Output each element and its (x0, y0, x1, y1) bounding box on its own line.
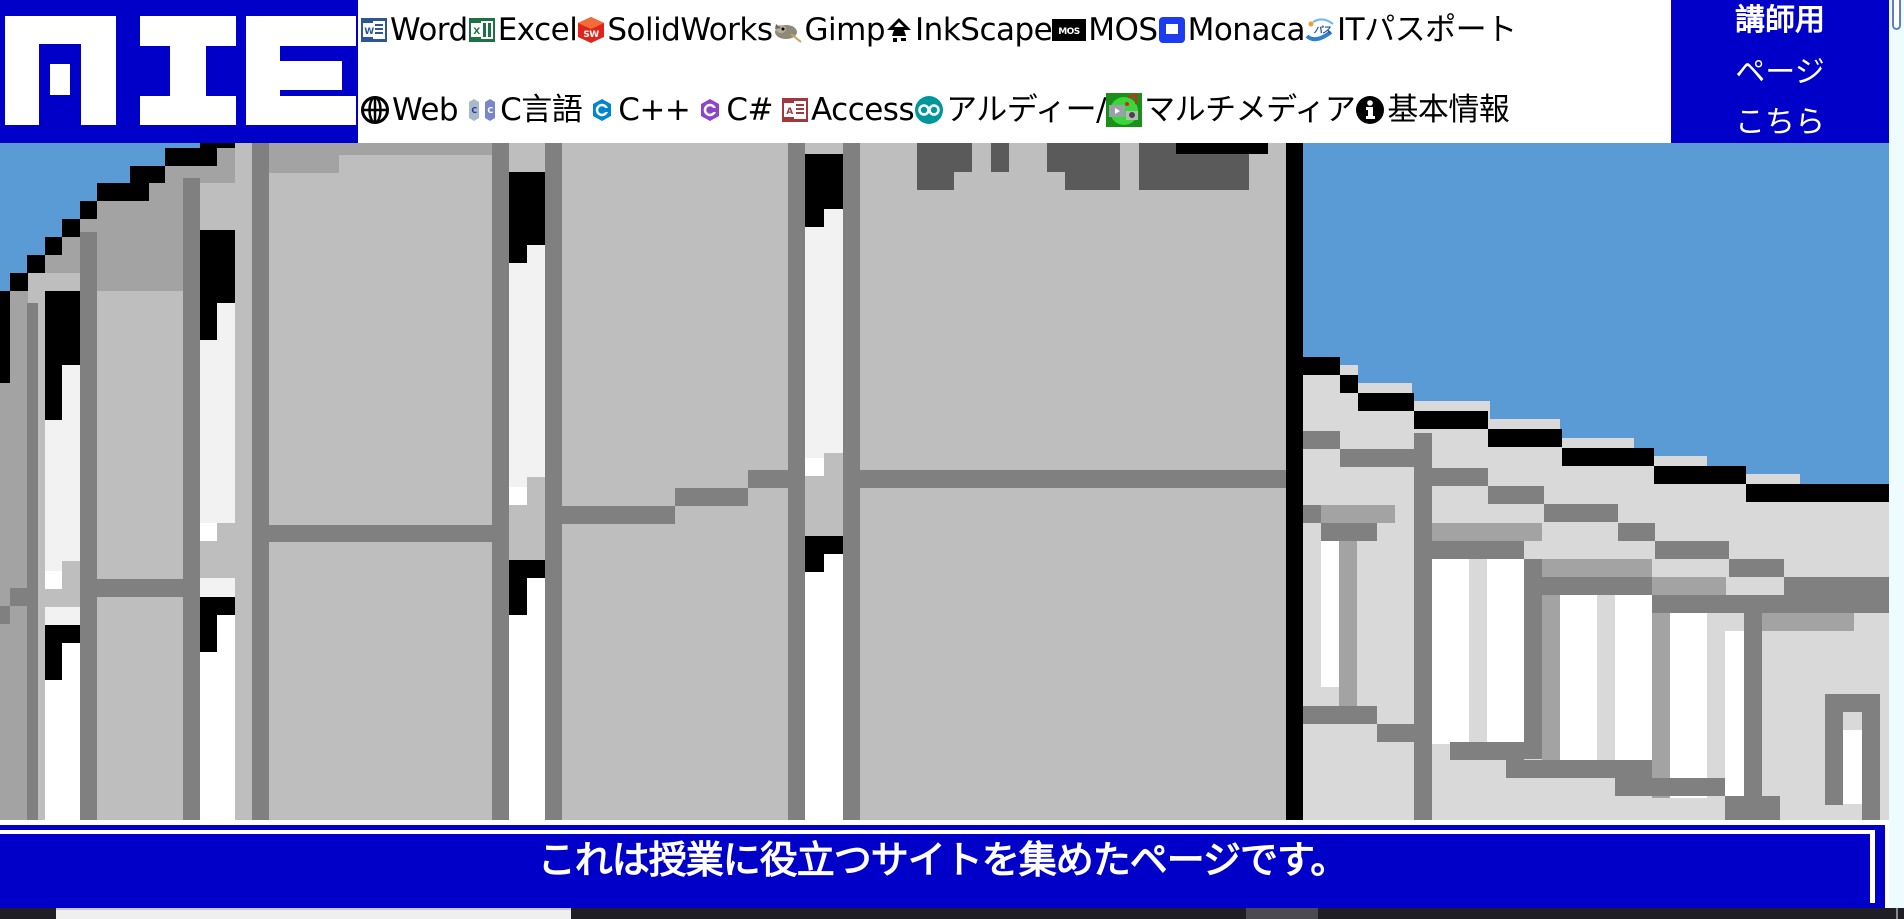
nav-label: C++ (618, 92, 691, 128)
intro-banner: これは授業に役立つサイトを集めたページです。 (0, 820, 1889, 908)
hero-image-building (0, 143, 1889, 820)
svg-text:C: C (471, 106, 477, 115)
teacher-link-line-3: こちら (1735, 105, 1825, 140)
main-nav: W Word X Excel SW SolidWorks Gimp InkSca… (358, 0, 1671, 143)
c-language-icon: CC (468, 96, 498, 124)
globe-icon (360, 95, 390, 125)
nav-label: SolidWorks (607, 12, 773, 48)
svg-text:X: X (473, 27, 480, 37)
info-icon (1355, 95, 1385, 125)
nav-link-gimp[interactable]: Gimp (773, 10, 886, 50)
nav-link-csharp[interactable]: C# (700, 90, 773, 130)
nav-link-it-passport[interactable]: パス ITパスポート (1305, 10, 1517, 50)
nav-link-fundamental-info[interactable]: 基本情報 (1355, 90, 1510, 130)
teacher-page-link[interactable]: 講師用 ページ こちら (1671, 0, 1889, 143)
nav-label: Access (810, 92, 915, 128)
nav-label: ITパスポート (1336, 12, 1517, 48)
nav-link-arduino[interactable]: アルディー/ (914, 90, 1107, 130)
nav-link-c-language[interactable]: CC C言語 (468, 90, 583, 130)
excel-icon: X (468, 16, 496, 44)
nav-link-solidworks[interactable]: SW SolidWorks (577, 10, 773, 50)
it-passport-icon: パス (1305, 16, 1335, 44)
solidworks-icon: SW (577, 16, 605, 44)
nav-row-2: Web CC C言語 C++ C# A Access アルディー/ マルチメディ… (360, 90, 1510, 130)
site-header: MIE W Word X Excel SW SolidWorks (0, 0, 1889, 143)
nav-link-multimedia[interactable]: マルチメディア (1106, 90, 1356, 130)
nav-label: Web (392, 92, 459, 128)
taskbar-show-desktop[interactable] (1896, 908, 1898, 919)
svg-text:C: C (487, 106, 493, 115)
taskbar-search-box[interactable] (56, 908, 571, 919)
multimedia-icon (1106, 93, 1143, 127)
nav-link-monaca[interactable]: Monaca (1158, 10, 1305, 50)
nav-label: C言語 (500, 92, 583, 128)
nav-label: Gimp (804, 12, 886, 48)
nav-label: InkScape (915, 12, 1053, 48)
nav-link-inkscape[interactable]: InkScape (885, 10, 1053, 50)
nav-label: Monaca (1187, 12, 1306, 48)
nav-label: Excel (497, 12, 578, 48)
nav-label: MOS (1088, 12, 1158, 48)
nav-link-web[interactable]: Web (360, 90, 459, 130)
nav-link-access[interactable]: A Access (781, 90, 915, 130)
taskbar-active-app[interactable] (1246, 908, 1318, 919)
site-logo[interactable]: MIE (0, 0, 358, 143)
logo-mie-pixel-text (5, 16, 356, 125)
svg-text:MOS: MOS (1058, 27, 1080, 37)
nav-label: Word (390, 12, 468, 48)
nav-link-cpp[interactable]: C++ (592, 90, 691, 130)
access-icon: A (781, 96, 809, 124)
nav-label: マルチメディア (1144, 92, 1356, 128)
scrollbar-thumb[interactable] (1892, 0, 1901, 30)
nav-link-excel[interactable]: X Excel (468, 10, 578, 50)
svg-text:パス: パス (1313, 25, 1331, 36)
gimp-icon (773, 16, 803, 44)
vertical-scrollbar[interactable] (1889, 0, 1904, 908)
word-icon: W (360, 16, 388, 44)
nav-label: アルディー/ (946, 92, 1107, 128)
svg-text:W: W (364, 27, 374, 37)
teacher-link-line-1: 講師用 (1735, 3, 1825, 38)
nav-link-mos[interactable]: MOS MOS (1052, 10, 1158, 50)
inkscape-icon (885, 16, 913, 44)
svg-text:SW: SW (584, 30, 600, 40)
arduino-icon (914, 95, 944, 125)
os-taskbar (0, 908, 1904, 919)
cpp-icon (592, 96, 612, 124)
banner-text: これは授業に役立つサイトを集めたページです。 (537, 838, 1348, 882)
nav-link-word[interactable]: W Word (360, 10, 468, 50)
nav-label: C# (726, 92, 773, 128)
svg-text:A: A (786, 107, 793, 117)
pixel-art-building (0, 143, 1889, 820)
csharp-icon (700, 96, 720, 124)
monaca-icon (1158, 16, 1186, 44)
nav-label: 基本情報 (1387, 92, 1510, 128)
mos-icon: MOS (1052, 16, 1087, 44)
nav-row-1: W Word X Excel SW SolidWorks Gimp InkSca… (360, 10, 1517, 50)
teacher-link-line-2: ページ (1735, 55, 1825, 90)
